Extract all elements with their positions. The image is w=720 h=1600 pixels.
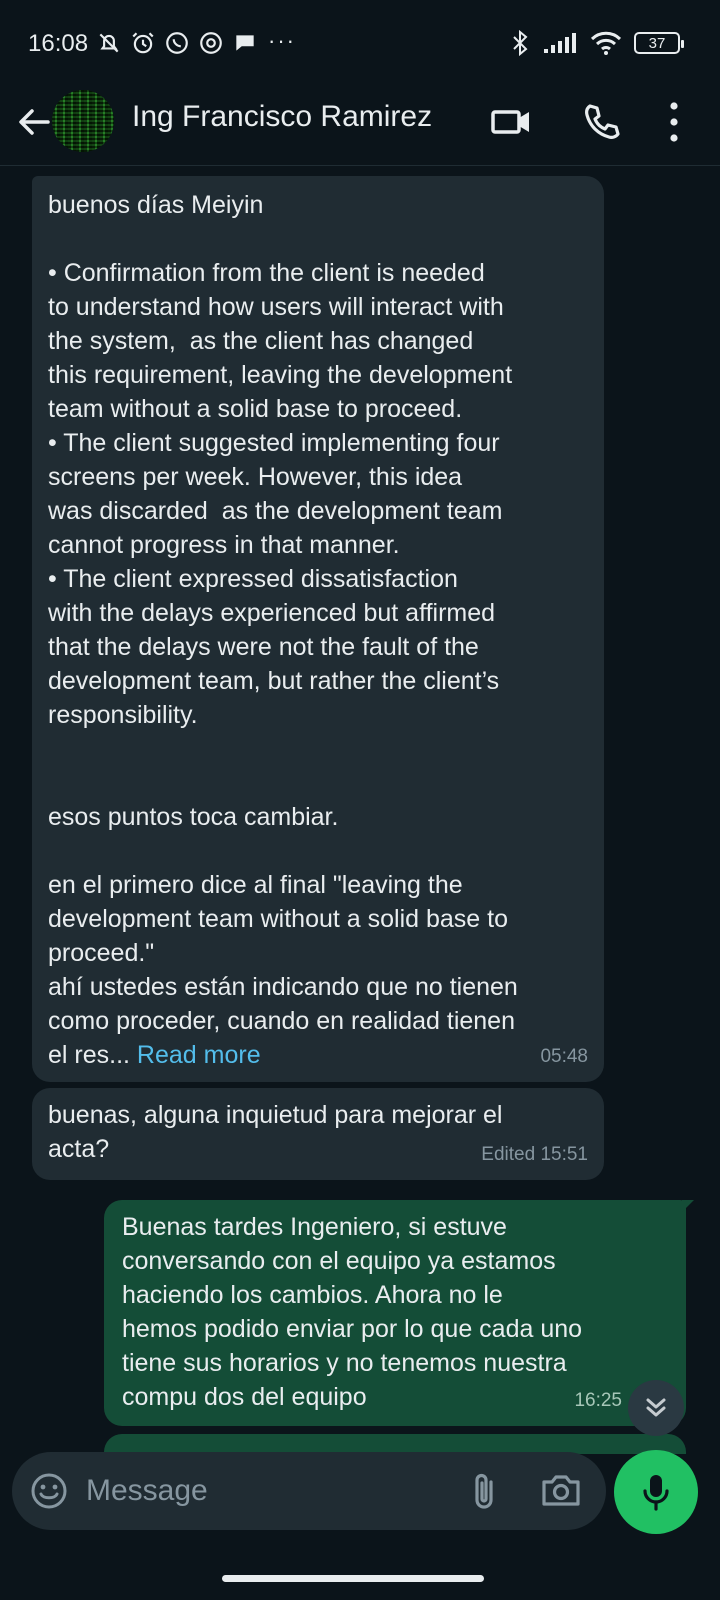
message-composer (12, 1452, 606, 1530)
emoji-icon[interactable] (30, 1472, 68, 1510)
message-bubble-incoming[interactable]: buenos días Meiyin • Confirmation from t… (32, 176, 604, 1082)
contact-avatar[interactable] (52, 90, 114, 152)
message-bubble-outgoing[interactable]: Buenas tardes Ingeniero, si estuve conve… (104, 1200, 694, 1426)
double-chevron-down-icon (646, 1398, 666, 1417)
message-body: buenos días Meiyin • Confirmation from t… (48, 191, 518, 1069)
message-bubble-outgoing-partial (104, 1434, 686, 1454)
notification-icons (96, 30, 258, 56)
bluetooth-icon (513, 30, 528, 56)
video-call-icon[interactable] (490, 104, 534, 140)
whatsapp-icon (166, 32, 188, 54)
chat-icon (236, 35, 254, 51)
more-notifications-indicator: ··· (268, 28, 296, 53)
microphone-icon (643, 1475, 669, 1511)
status-time: 16:08 (28, 30, 89, 57)
status-bar: 16:08 ··· 37 (0, 0, 720, 86)
voice-call-icon[interactable] (580, 100, 624, 144)
attach-icon[interactable] (464, 1470, 504, 1512)
message-input[interactable] (86, 1468, 446, 1514)
home-indicator[interactable] (222, 1575, 484, 1582)
message-time: Edited 15:51 (481, 1144, 588, 1165)
read-more-link[interactable]: Read more (137, 1041, 261, 1069)
battery-indicator: 37 (634, 32, 684, 54)
signal-icon (544, 33, 576, 53)
camera-icon[interactable] (540, 1470, 582, 1510)
system-icons: 37 (510, 30, 684, 56)
alarm-off-icon (99, 33, 119, 53)
message-bubble-incoming[interactable]: buenas, alguna inquietud para mejorar el… (32, 1088, 604, 1180)
alarm-icon (132, 32, 154, 54)
at-icon (200, 32, 222, 54)
message-time: 16:25 (574, 1390, 622, 1411)
chat-header: Ing Francisco Ramirez (0, 86, 720, 166)
scroll-to-bottom-button[interactable] (628, 1380, 684, 1436)
back-arrow-icon[interactable] (16, 104, 52, 140)
wifi-icon (590, 31, 622, 55)
more-options-icon[interactable] (664, 98, 684, 146)
contact-name[interactable]: Ing Francisco Ramirez (132, 100, 432, 134)
message-text: buenos días Meiyin • Confirmation from t… (48, 188, 588, 1072)
message-time: 05:48 (540, 1046, 588, 1067)
voice-message-button[interactable] (614, 1450, 698, 1534)
